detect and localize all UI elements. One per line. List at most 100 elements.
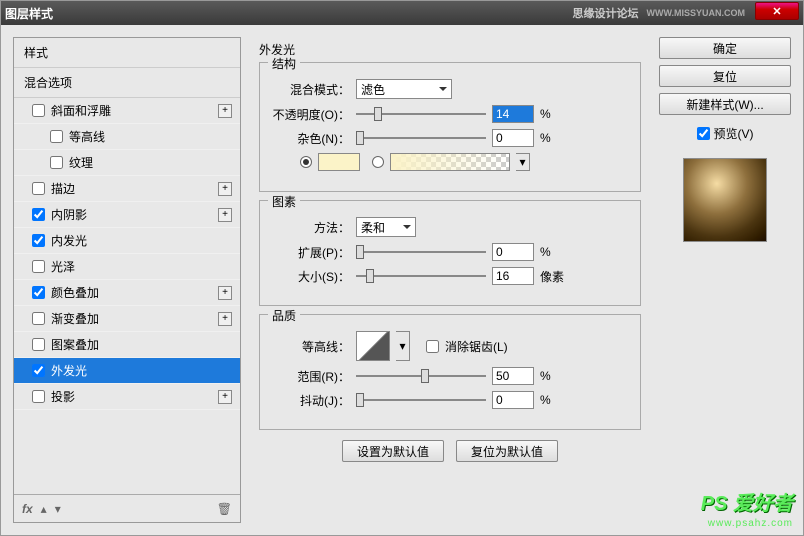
contour-picker[interactable] [356, 331, 390, 361]
style-label: 投影 [51, 388, 218, 405]
elements-group: 图素 方法： 柔和 扩展(P)： 0 % 大小(S)： 16 像素 [259, 200, 641, 306]
quality-legend: 品质 [268, 307, 300, 324]
spread-input[interactable]: 0 [492, 243, 534, 261]
fx-icon[interactable]: fx [22, 502, 33, 516]
spread-label: 扩展(P)： [272, 244, 350, 261]
ok-button[interactable]: 确定 [659, 37, 791, 59]
style-checkbox[interactable] [32, 104, 45, 117]
jitter-input[interactable]: 0 [492, 391, 534, 409]
style-checkbox[interactable] [50, 130, 63, 143]
style-label: 外发光 [51, 362, 232, 379]
contour-label: 等高线： [272, 338, 350, 355]
new-style-button[interactable]: 新建样式(W)... [659, 93, 791, 115]
style-item-6[interactable]: 光泽 [14, 254, 240, 280]
blendmode-label: 混合模式： [272, 81, 350, 98]
style-checkbox[interactable] [32, 182, 45, 195]
titlebar: 图层样式 思缘设计论坛 WWW.MISSYUAN.COM ✕ [1, 1, 803, 25]
action-panel: 确定 复位 新建样式(W)... 预览(V) [659, 37, 791, 523]
noise-input[interactable]: 0 [492, 129, 534, 147]
contour-dropdown-icon[interactable]: ▾ [396, 331, 410, 361]
style-item-9[interactable]: 图案叠加 [14, 332, 240, 358]
add-effect-button[interactable]: + [218, 182, 232, 196]
style-item-8[interactable]: 渐变叠加+ [14, 306, 240, 332]
style-checkbox[interactable] [50, 156, 63, 169]
add-effect-button[interactable]: + [218, 104, 232, 118]
cancel-button[interactable]: 复位 [659, 65, 791, 87]
style-label: 斜面和浮雕 [51, 102, 218, 119]
structure-legend: 结构 [268, 55, 300, 72]
style-item-2[interactable]: 纹理 [14, 150, 240, 176]
range-input[interactable]: 50 [492, 367, 534, 385]
style-item-10[interactable]: 外发光 [14, 358, 240, 384]
blend-options-header[interactable]: 混合选项 [14, 68, 240, 98]
style-checkbox[interactable] [32, 312, 45, 325]
spread-slider[interactable] [356, 244, 486, 260]
style-item-1[interactable]: 等高线 [14, 124, 240, 150]
gradient-radio[interactable] [372, 156, 384, 168]
style-checkbox[interactable] [32, 338, 45, 351]
style-item-4[interactable]: 内阴影+ [14, 202, 240, 228]
styles-panel: 样式 混合选项 斜面和浮雕+等高线纹理描边+内阴影+内发光光泽颜色叠加+渐变叠加… [13, 37, 241, 523]
down-icon[interactable]: ▾ [55, 502, 61, 516]
jitter-label: 抖动(J)： [272, 392, 350, 409]
style-item-3[interactable]: 描边+ [14, 176, 240, 202]
antialias-checkbox[interactable] [426, 340, 439, 353]
settings-panel: 外发光 结构 混合模式： 滤色 不透明度(O)： 14 % 杂色(N)： 0 [251, 37, 649, 523]
solid-color-radio[interactable] [300, 156, 312, 168]
opacity-label: 不透明度(O)： [272, 106, 350, 123]
method-label: 方法： [272, 219, 350, 236]
gradient-dropdown-icon[interactable]: ▾ [516, 153, 530, 171]
style-label: 内阴影 [51, 206, 218, 223]
preview-thumb [683, 158, 767, 242]
preview-checkbox[interactable] [697, 127, 710, 140]
forum-label: 思缘设计论坛 [573, 5, 639, 21]
titlebar-url: WWW.MISSYUAN.COM [647, 8, 746, 18]
gradient-swatch[interactable] [390, 153, 510, 171]
quality-group: 品质 等高线： ▾ 消除锯齿(L) 范围(R)： 50 % 抖动(J)： [259, 314, 641, 430]
noise-label: 杂色(N)： [272, 130, 350, 147]
noise-slider[interactable] [356, 130, 486, 146]
styles-header[interactable]: 样式 [14, 38, 240, 68]
range-slider[interactable] [356, 368, 486, 384]
size-label: 大小(S)： [272, 268, 350, 285]
style-label: 等高线 [69, 128, 232, 145]
style-checkbox[interactable] [32, 286, 45, 299]
style-item-7[interactable]: 颜色叠加+ [14, 280, 240, 306]
style-label: 描边 [51, 180, 218, 197]
style-label: 光泽 [51, 258, 232, 275]
method-select[interactable]: 柔和 [356, 217, 416, 237]
style-checkbox[interactable] [32, 364, 45, 377]
style-item-11[interactable]: 投影+ [14, 384, 240, 410]
close-button[interactable]: ✕ [755, 2, 799, 20]
size-input[interactable]: 16 [492, 267, 534, 285]
style-label: 纹理 [69, 154, 232, 171]
trash-icon[interactable]: 🗑 [217, 502, 232, 516]
style-checkbox[interactable] [32, 260, 45, 273]
blendmode-select[interactable]: 滤色 [356, 79, 452, 99]
add-effect-button[interactable]: + [218, 286, 232, 300]
opacity-slider[interactable] [356, 106, 486, 122]
reset-default-button[interactable]: 复位为默认值 [456, 440, 558, 462]
range-label: 范围(R)： [272, 368, 350, 385]
add-effect-button[interactable]: + [218, 390, 232, 404]
add-effect-button[interactable]: + [218, 312, 232, 326]
add-effect-button[interactable]: + [218, 208, 232, 222]
opacity-input[interactable]: 14 [492, 105, 534, 123]
size-slider[interactable] [356, 268, 486, 284]
preview-label: 预览(V) [714, 125, 754, 142]
up-icon[interactable]: ▴ [41, 502, 47, 516]
style-checkbox[interactable] [32, 208, 45, 221]
color-swatch[interactable] [318, 153, 360, 171]
style-item-5[interactable]: 内发光 [14, 228, 240, 254]
structure-group: 结构 混合模式： 滤色 不透明度(O)： 14 % 杂色(N)： 0 % [259, 62, 641, 192]
set-default-button[interactable]: 设置为默认值 [342, 440, 444, 462]
elements-legend: 图素 [268, 193, 300, 210]
style-item-0[interactable]: 斜面和浮雕+ [14, 98, 240, 124]
style-checkbox[interactable] [32, 234, 45, 247]
style-label: 颜色叠加 [51, 284, 218, 301]
section-title: 外发光 [259, 41, 641, 58]
style-checkbox[interactable] [32, 390, 45, 403]
style-label: 渐变叠加 [51, 310, 218, 327]
style-label: 图案叠加 [51, 336, 232, 353]
jitter-slider[interactable] [356, 392, 486, 408]
